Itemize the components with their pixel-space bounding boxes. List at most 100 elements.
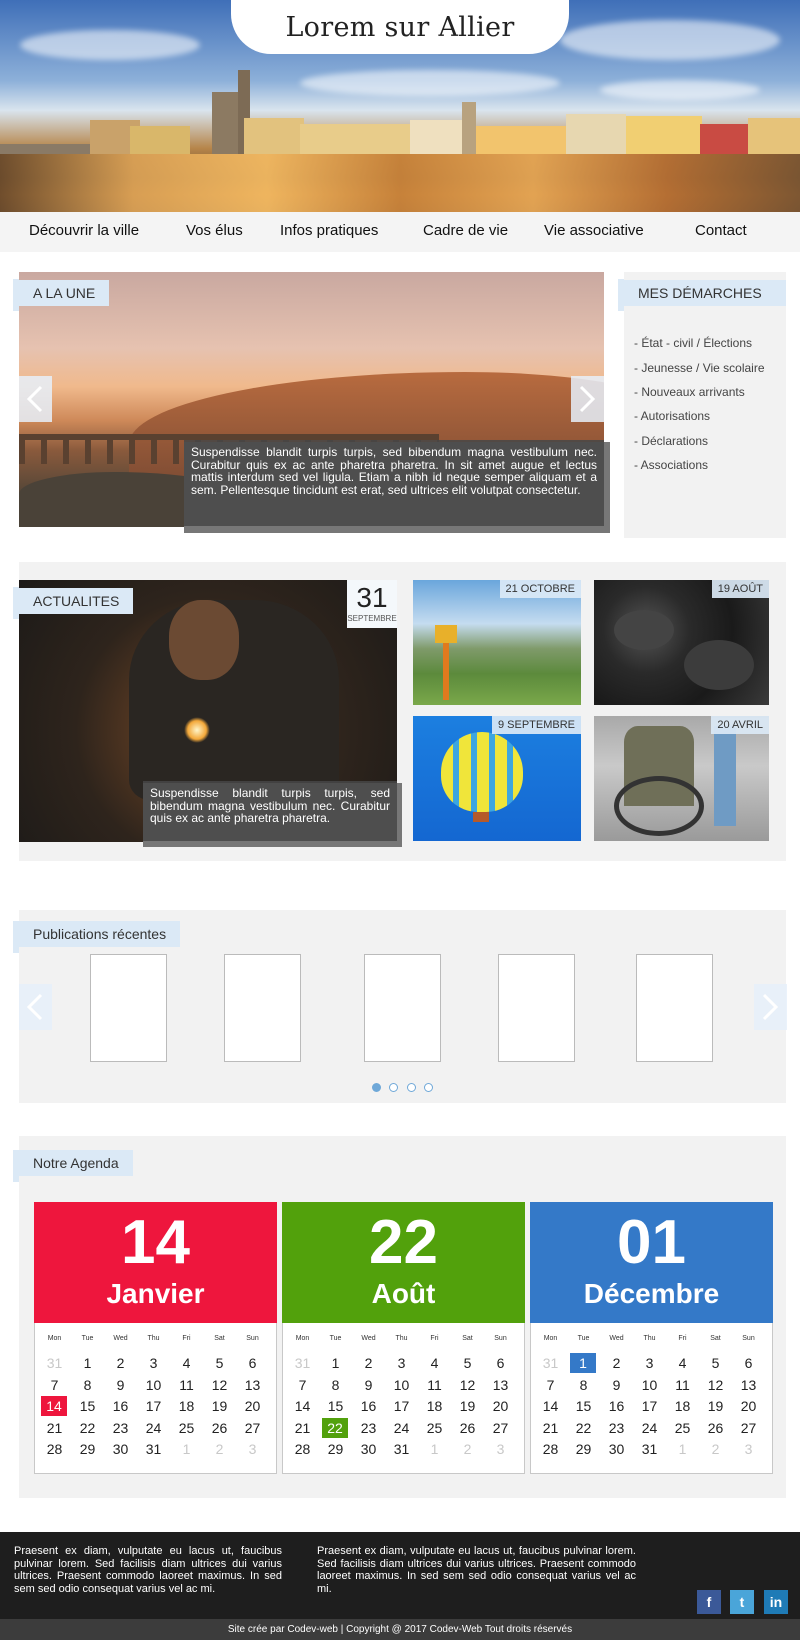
nav-elus[interactable]: Vos élus [186, 222, 243, 239]
twitter-icon[interactable]: t [730, 1590, 754, 1614]
demarche-link-etat-civil[interactable]: - État - civil / Élections [634, 336, 752, 350]
calendar-day[interactable]: 13 [484, 1375, 517, 1395]
calendar-day[interactable]: 12 [203, 1375, 236, 1395]
calendar-day[interactable]: 13 [732, 1375, 765, 1395]
calendar-day[interactable]: 2 [600, 1353, 633, 1373]
calendar-day[interactable]: 31 [385, 1439, 418, 1459]
linkedin-icon[interactable]: in [764, 1590, 788, 1614]
calendar-day[interactable]: 8 [319, 1375, 352, 1395]
calendar-day[interactable]: 10 [385, 1375, 418, 1395]
demarche-link-associations[interactable]: - Associations [634, 458, 708, 472]
calendar-day[interactable]: 31 [534, 1353, 567, 1373]
actualite-thumb-2[interactable]: 19 AOÛT [594, 580, 769, 705]
calendar-day[interactable]: 21 [38, 1418, 71, 1438]
carousel-dot-4[interactable] [424, 1083, 433, 1092]
calendar-day[interactable]: 27 [484, 1418, 517, 1438]
calendar-day[interactable]: 1 [418, 1439, 451, 1459]
calendar-day[interactable]: 6 [732, 1353, 765, 1373]
calendar-day[interactable]: 27 [732, 1418, 765, 1438]
calendar-day[interactable]: 7 [286, 1375, 319, 1395]
calendar-day[interactable]: 26 [699, 1418, 732, 1438]
calendar-day[interactable]: 18 [170, 1396, 203, 1416]
publication-item[interactable] [498, 954, 575, 1062]
calendar-day[interactable]: 20 [236, 1396, 269, 1416]
actualite-thumb-4[interactable]: 20 AVRIL [594, 716, 769, 841]
publication-item[interactable] [364, 954, 441, 1062]
publication-item[interactable] [90, 954, 167, 1062]
slider-next-button[interactable] [571, 376, 604, 422]
calendar-day[interactable]: 1 [319, 1353, 352, 1373]
calendar-day[interactable]: 7 [38, 1375, 71, 1395]
calendar-day[interactable]: 31 [38, 1353, 71, 1373]
calendar-day[interactable]: 17 [385, 1396, 418, 1416]
calendar-day[interactable]: 25 [666, 1418, 699, 1438]
calendar-day[interactable]: 16 [352, 1396, 385, 1416]
calendar-day[interactable]: 3 [732, 1439, 765, 1459]
calendar-day[interactable]: 1 [666, 1439, 699, 1459]
carousel-dot-3[interactable] [407, 1083, 416, 1092]
calendar-day[interactable]: 9 [104, 1375, 137, 1395]
nav-cadre-de-vie[interactable]: Cadre de vie [423, 222, 508, 239]
calendar-day[interactable]: 12 [451, 1375, 484, 1395]
calendar-day[interactable]: 14 [286, 1396, 319, 1416]
calendar-day[interactable]: 16 [600, 1396, 633, 1416]
calendar-day[interactable]: 15 [71, 1396, 104, 1416]
calendar-day[interactable]: 25 [170, 1418, 203, 1438]
calendar-day[interactable]: 23 [352, 1418, 385, 1438]
calendar-day[interactable]: 29 [567, 1439, 600, 1459]
demarche-link-nouveaux-arrivants[interactable]: - Nouveaux arrivants [634, 385, 745, 399]
calendar-day[interactable]: 18 [666, 1396, 699, 1416]
calendar-day[interactable]: 30 [600, 1439, 633, 1459]
calendar-day[interactable]: 17 [633, 1396, 666, 1416]
calendar-day[interactable]: 30 [104, 1439, 137, 1459]
slider-prev-button[interactable] [19, 376, 52, 422]
calendar-day[interactable]: 16 [104, 1396, 137, 1416]
calendar-day[interactable]: 5 [203, 1353, 236, 1373]
calendar-day[interactable]: 15 [319, 1396, 352, 1416]
carousel-dot-2[interactable] [389, 1083, 398, 1092]
actualite-thumb-1[interactable]: 21 OCTOBRE [413, 580, 581, 705]
calendar-day[interactable]: 1 [71, 1353, 104, 1373]
calendar-day[interactable]: 3 [484, 1439, 517, 1459]
calendar-day[interactable]: 22 [71, 1418, 104, 1438]
calendar-day[interactable]: 3 [385, 1353, 418, 1373]
calendar-day[interactable]: 30 [352, 1439, 385, 1459]
publication-item[interactable] [224, 954, 301, 1062]
demarche-link-jeunesse[interactable]: - Jeunesse / Vie scolaire [634, 361, 765, 375]
calendar-day[interactable]: 1 [570, 1353, 596, 1373]
calendar-day[interactable]: 2 [451, 1439, 484, 1459]
calendar-day[interactable]: 27 [236, 1418, 269, 1438]
nav-vie-associative[interactable]: Vie associative [544, 222, 644, 239]
calendar-day[interactable]: 31 [286, 1353, 319, 1373]
calendar-day[interactable]: 10 [137, 1375, 170, 1395]
calendar-day[interactable]: 1 [170, 1439, 203, 1459]
calendar-day[interactable]: 10 [633, 1375, 666, 1395]
calendar-day[interactable]: 23 [600, 1418, 633, 1438]
calendar-day[interactable]: 15 [567, 1396, 600, 1416]
calendar-day[interactable]: 4 [170, 1353, 203, 1373]
calendar-day[interactable]: 11 [170, 1375, 203, 1395]
calendar-day[interactable]: 3 [633, 1353, 666, 1373]
nav-infos-pratiques[interactable]: Infos pratiques [280, 222, 378, 239]
calendar-day[interactable]: 14 [534, 1396, 567, 1416]
calendar-day[interactable]: 24 [633, 1418, 666, 1438]
facebook-icon[interactable]: f [697, 1590, 721, 1614]
calendar-day[interactable]: 2 [203, 1439, 236, 1459]
calendar-day[interactable]: 21 [286, 1418, 319, 1438]
calendar-day[interactable]: 11 [666, 1375, 699, 1395]
calendar-day[interactable]: 19 [451, 1396, 484, 1416]
calendar-day[interactable]: 4 [418, 1353, 451, 1373]
calendar-day[interactable]: 21 [534, 1418, 567, 1438]
calendar-day[interactable]: 19 [699, 1396, 732, 1416]
calendar-day[interactable]: 20 [732, 1396, 765, 1416]
calendar-day[interactable]: 31 [137, 1439, 170, 1459]
publications-prev-button[interactable] [19, 984, 52, 1030]
actualite-thumb-3[interactable]: 9 SEPTEMBRE [413, 716, 581, 841]
calendar-day[interactable]: 18 [418, 1396, 451, 1416]
calendar-day[interactable]: 28 [38, 1439, 71, 1459]
calendar-day[interactable]: 9 [600, 1375, 633, 1395]
calendar-day[interactable]: 8 [71, 1375, 104, 1395]
calendar-day[interactable]: 12 [699, 1375, 732, 1395]
calendar-day[interactable]: 22 [322, 1417, 348, 1438]
calendar-day[interactable]: 26 [451, 1418, 484, 1438]
